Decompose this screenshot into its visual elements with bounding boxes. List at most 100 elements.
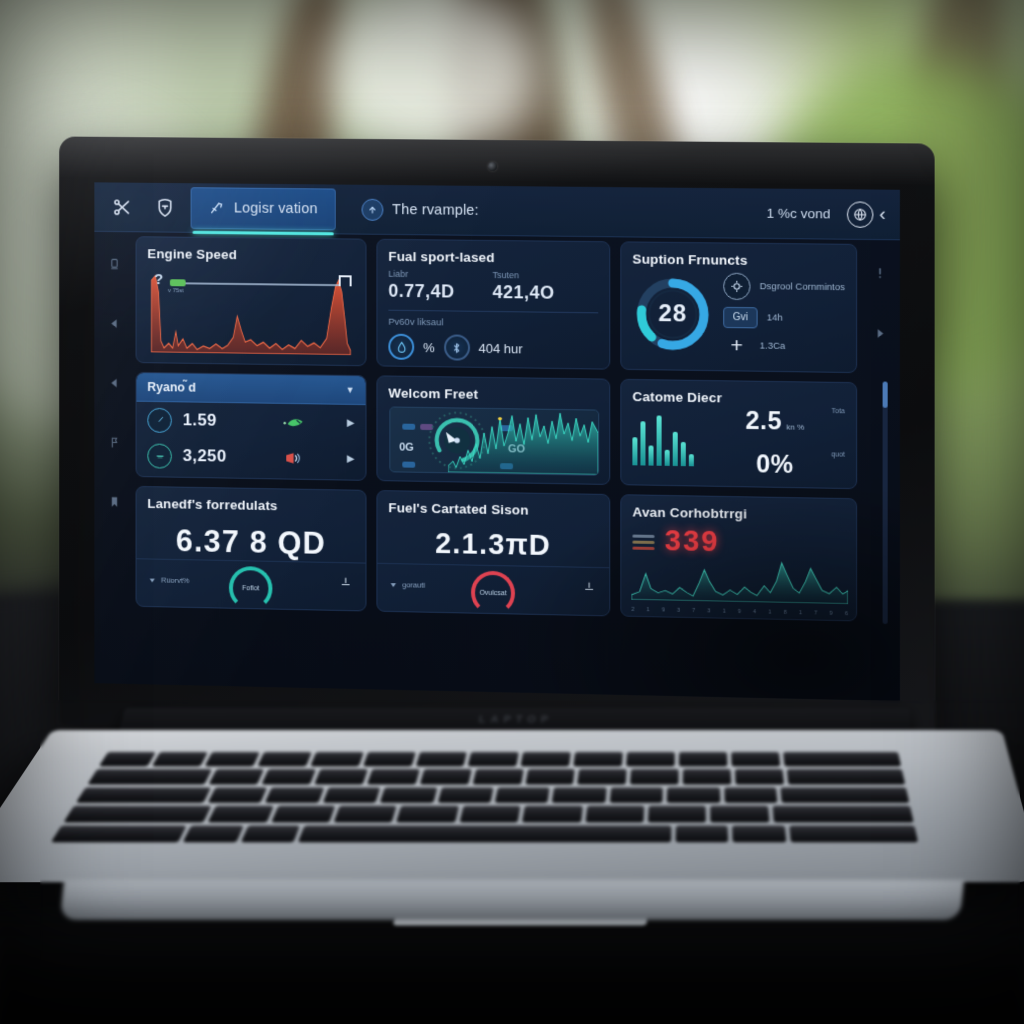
- key[interactable]: [98, 752, 156, 767]
- list-item[interactable]: Dsgrool Cornmintos: [723, 272, 845, 302]
- play-arrow-icon[interactable]: ▶: [347, 417, 355, 428]
- table-row[interactable]: 1.59 ▶: [137, 402, 366, 441]
- key[interactable]: [208, 805, 274, 823]
- key[interactable]: [182, 825, 244, 843]
- key[interactable]: [207, 787, 268, 804]
- play-arrow-icon[interactable]: ▶: [347, 453, 355, 464]
- key[interactable]: [379, 787, 438, 804]
- key[interactable]: [710, 805, 769, 823]
- status-ring-teal[interactable]: Foflot: [228, 565, 273, 611]
- plus-icon[interactable]: +: [723, 334, 750, 357]
- key[interactable]: [467, 752, 520, 767]
- status-ring-red[interactable]: Ovulcsat: [471, 570, 515, 616]
- key[interactable]: [204, 752, 260, 767]
- download-icon[interactable]: [581, 579, 597, 597]
- key[interactable]: [270, 805, 336, 823]
- key[interactable]: [50, 825, 188, 843]
- next-arrow-icon[interactable]: [873, 327, 886, 345]
- key[interactable]: [366, 769, 420, 785]
- key[interactable]: [678, 752, 728, 767]
- key[interactable]: [362, 752, 416, 767]
- document-icon[interactable]: [108, 258, 121, 276]
- key[interactable]: [494, 787, 551, 804]
- key[interactable]: [419, 769, 472, 785]
- card-lanedfs-forredulats[interactable]: Lanedf's forredulats 6.37 8 QD Ruorvt% F…: [135, 485, 367, 612]
- card-welcom-freet[interactable]: Welcom Freet 0G GO: [376, 375, 611, 485]
- card-catome-diecr[interactable]: Catome Diecr 2.5 kn % Tota 0% quot: [620, 378, 858, 490]
- key[interactable]: [771, 805, 914, 823]
- laptop-keyboard[interactable]: [50, 752, 919, 843]
- key[interactable]: [396, 805, 459, 823]
- key[interactable]: [472, 769, 524, 785]
- key[interactable]: [573, 752, 624, 767]
- key[interactable]: [788, 825, 919, 843]
- key[interactable]: [520, 752, 572, 767]
- key[interactable]: [208, 769, 264, 785]
- key[interactable]: [787, 769, 906, 785]
- table-row[interactable]: 3,250 ▶: [137, 437, 366, 477]
- vertical-scrollbar[interactable]: [882, 381, 888, 625]
- key[interactable]: [577, 769, 628, 785]
- key[interactable]: [75, 787, 212, 804]
- key[interactable]: [723, 787, 778, 804]
- key[interactable]: [782, 752, 902, 767]
- key[interactable]: [63, 805, 212, 823]
- key[interactable]: [609, 787, 664, 804]
- key[interactable]: [683, 769, 732, 785]
- gvi-chip[interactable]: Gvi: [723, 306, 758, 329]
- key[interactable]: [261, 769, 316, 785]
- list-item[interactable]: Gvi 14h: [723, 306, 845, 330]
- exclamation-icon[interactable]: [873, 266, 886, 284]
- key[interactable]: [313, 769, 368, 785]
- key[interactable]: [415, 752, 468, 767]
- key[interactable]: [522, 805, 583, 823]
- tab-the-rvample[interactable]: The rvample:: [344, 188, 497, 231]
- droplet-icon[interactable]: [388, 333, 415, 360]
- key[interactable]: [626, 752, 676, 767]
- key[interactable]: [584, 805, 645, 823]
- collapse-chevron-icon[interactable]: ‹: [879, 203, 894, 225]
- key[interactable]: [437, 787, 494, 804]
- key[interactable]: [666, 787, 721, 804]
- card-fuel-report[interactable]: Fual sport-lased Liabr 0.77,4D Tsuten 42…: [376, 238, 611, 370]
- key[interactable]: [630, 769, 680, 785]
- globe-icon[interactable]: [846, 200, 874, 228]
- key[interactable]: [732, 825, 787, 843]
- key[interactable]: [675, 825, 729, 843]
- key[interactable]: [333, 805, 398, 823]
- bookmark-icon[interactable]: [108, 495, 121, 513]
- key[interactable]: [735, 769, 785, 785]
- key[interactable]: [524, 769, 576, 785]
- bluetooth-icon[interactable]: [443, 334, 470, 361]
- key[interactable]: [256, 752, 312, 767]
- download-icon[interactable]: [338, 575, 354, 593]
- key[interactable]: [151, 752, 208, 767]
- scissors-icon[interactable]: [100, 182, 143, 232]
- key[interactable]: [322, 787, 381, 804]
- tab-logisr-vation[interactable]: Logisr vation: [190, 186, 336, 230]
- webcam-icon: [488, 161, 497, 172]
- list-item[interactable]: + 1.3Ca: [723, 334, 845, 358]
- card-fuels-cartated-sison[interactable]: Fuel's Cartated Sison 2.1.3πD gorauti Ov…: [376, 490, 611, 617]
- key[interactable]: [309, 752, 364, 767]
- key[interactable]: [240, 825, 301, 843]
- prev-arrow-icon[interactable]: [108, 377, 121, 395]
- scrollbar-thumb[interactable]: [882, 381, 888, 408]
- key[interactable]: [459, 805, 521, 823]
- key[interactable]: [731, 752, 781, 767]
- card-avan-corhobtrrgi[interactable]: Avan Corhobtrrgi 339 2 1 9 3 7 3 1 9 4 1…: [620, 494, 858, 622]
- card-suption-frnuncts[interactable]: Suption Frnuncts 28 Dsgrool Cornmintos G…: [620, 241, 858, 374]
- shield-badge-icon[interactable]: [143, 182, 186, 232]
- spacebar-key[interactable]: [298, 825, 672, 843]
- key[interactable]: [265, 787, 325, 804]
- key[interactable]: [780, 787, 910, 804]
- flag-icon[interactable]: [108, 436, 121, 454]
- chevron-down-icon[interactable]: ▼: [346, 385, 355, 395]
- key[interactable]: [647, 805, 707, 823]
- key[interactable]: [87, 769, 212, 785]
- card-engine-speed[interactable]: Engine Speed ? v 75st: [135, 236, 367, 367]
- dyno-dropdown-header[interactable]: Ryano ̃d ▼: [136, 372, 366, 406]
- prev-arrow-icon[interactable]: [108, 317, 121, 335]
- key[interactable]: [552, 787, 607, 804]
- card-dyno-list[interactable]: Ryano ̃d ▼ 1.59 ▶ 3,250 ▶: [135, 371, 367, 481]
